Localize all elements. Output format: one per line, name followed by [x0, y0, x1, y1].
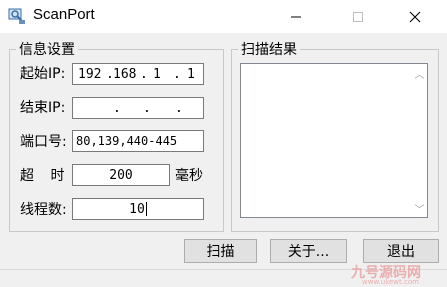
- window-title: ScanPort: [33, 6, 95, 23]
- close-icon: [409, 11, 421, 22]
- watermark-sub: www.ukewt.com: [362, 278, 419, 286]
- scan-results-list[interactable]: ︿ ﹀: [240, 63, 428, 218]
- scroll-up-icon[interactable]: ︿: [412, 66, 427, 81]
- ports-label: 端口号:: [20, 134, 67, 150]
- exit-button[interactable]: 退出: [363, 239, 439, 263]
- start-ip-label: 起始IP:: [20, 66, 66, 82]
- timeout-input[interactable]: 200: [72, 164, 170, 186]
- title-bar: ScanPort: [0, 0, 447, 33]
- start-ip-field[interactable]: 192 . 168 . 1 . 1: [72, 63, 204, 85]
- start-ip-octet-3[interactable]: 1: [153, 67, 161, 82]
- ip-dot: .: [143, 101, 151, 116]
- start-ip-octet-1[interactable]: 192: [78, 67, 101, 82]
- close-button[interactable]: [392, 0, 438, 33]
- timeout-unit-label: 毫秒: [175, 168, 203, 184]
- about-button[interactable]: 关于...: [270, 239, 347, 263]
- scan-results-title: 扫描结果: [238, 39, 300, 59]
- client-area: 信息设置 起始IP: 192 . 168 . 1 . 1 结束IP: . . .…: [0, 33, 447, 287]
- minimize-icon: [291, 16, 301, 17]
- info-settings-title: 信息设置: [16, 39, 78, 59]
- threads-input[interactable]: 10: [72, 198, 204, 220]
- maximize-icon: [353, 11, 363, 22]
- ports-input[interactable]: 80,139,440-445: [72, 130, 204, 152]
- ip-dot: .: [173, 67, 181, 82]
- maximize-button[interactable]: [335, 0, 381, 33]
- start-ip-octet-2[interactable]: 168: [113, 67, 136, 82]
- minimize-button[interactable]: [273, 0, 319, 33]
- ip-dot: .: [140, 67, 148, 82]
- start-ip-octet-4[interactable]: 1: [187, 67, 195, 82]
- end-ip-label: 结束IP:: [20, 100, 66, 116]
- ip-dot: .: [175, 101, 183, 116]
- scanner-app-icon: [8, 8, 25, 24]
- text-cursor: [145, 202, 147, 216]
- scan-button[interactable]: 扫描: [184, 239, 257, 263]
- threads-value: 10: [129, 201, 145, 217]
- results-scrollbar[interactable]: ︿ ﹀: [412, 64, 427, 217]
- threads-label: 线程数:: [20, 202, 67, 218]
- end-ip-field[interactable]: . . .: [72, 97, 204, 119]
- scroll-down-icon[interactable]: ﹀: [412, 201, 427, 216]
- ip-dot: .: [113, 101, 121, 116]
